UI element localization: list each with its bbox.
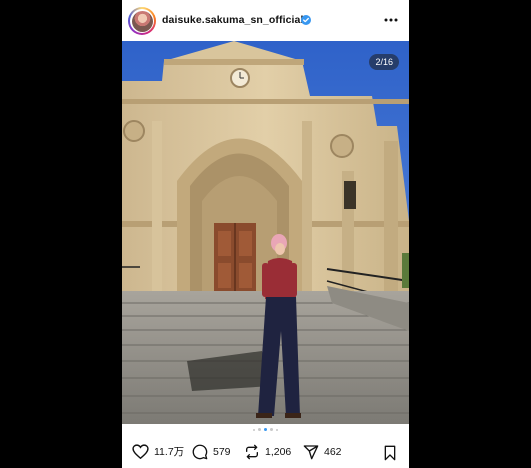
carousel-dot-active <box>264 428 267 431</box>
like-count: 11.7万 <box>154 446 185 458</box>
carousel-dot <box>276 428 278 431</box>
instagram-post: daisuke.sakuma_sn_official 2/16 11.7万 57… <box>122 0 409 468</box>
carousel-dot <box>258 428 261 431</box>
post-photo[interactable]: 2/16 <box>122 41 409 424</box>
comment-count: 579 <box>213 446 231 458</box>
verified-badge-icon <box>301 15 311 25</box>
heart-icon <box>132 444 149 459</box>
share-button[interactable]: 462 <box>303 444 342 460</box>
photo-illustration <box>122 41 409 424</box>
send-icon <box>303 445 319 460</box>
bookmark-icon[interactable] <box>383 445 397 461</box>
repost-count: 1,206 <box>265 446 292 458</box>
carousel-dot <box>253 428 255 431</box>
profile-avatar[interactable] <box>128 7 156 35</box>
more-options-icon[interactable] <box>381 13 401 27</box>
comment-icon <box>192 444 208 460</box>
carousel-dot <box>270 428 273 431</box>
username[interactable]: daisuke.sakuma_sn_official <box>162 14 304 26</box>
image-counter-badge: 2/16 <box>369 54 399 70</box>
comment-button[interactable]: 579 <box>192 444 231 460</box>
repost-icon <box>246 444 258 460</box>
post-header: daisuke.sakuma_sn_official <box>122 0 409 41</box>
post-actions-bar: 11.7万 579 1,206 462 <box>122 439 409 468</box>
share-count: 462 <box>324 446 342 458</box>
like-button[interactable]: 11.7万 <box>132 444 184 459</box>
repost-button[interactable]: 1,206 <box>244 444 291 460</box>
carousel-indicator <box>122 428 409 434</box>
